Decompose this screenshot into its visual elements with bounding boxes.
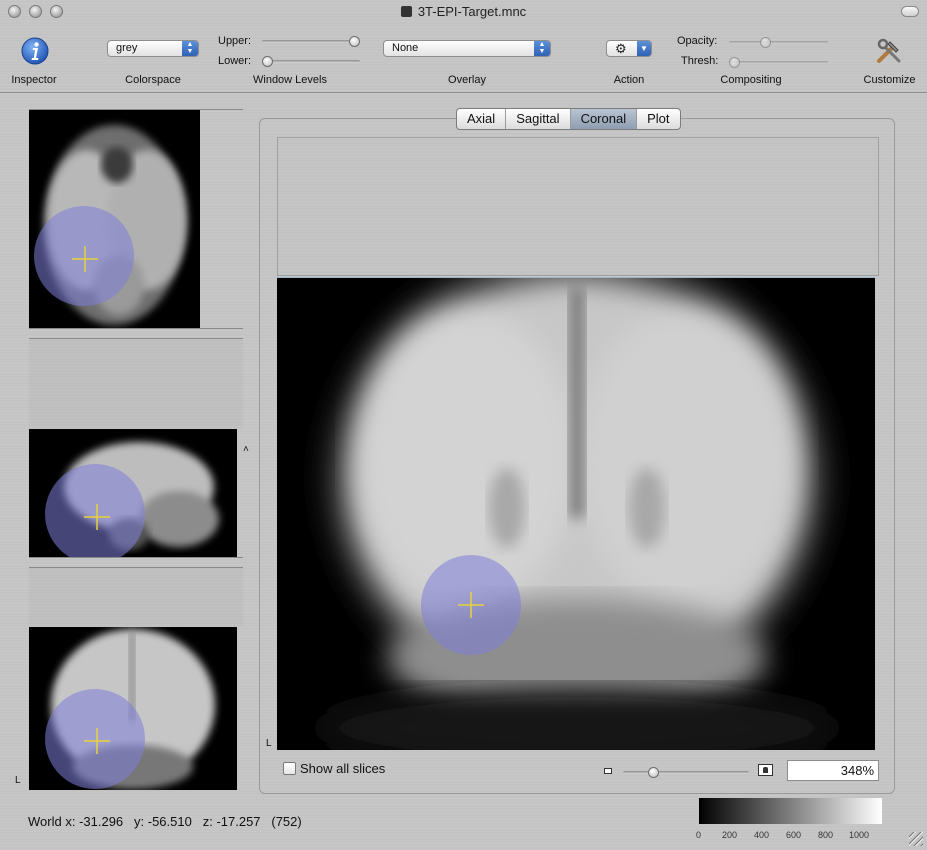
resize-grip[interactable] (909, 832, 923, 846)
popup-arrows-icon: ▲ ▼ (182, 41, 198, 56)
world-y-value: -56.510 (147, 814, 192, 829)
colorbar-tick: 800 (818, 830, 834, 840)
tab-axial[interactable]: Axial (457, 109, 507, 129)
zoom-slider[interactable] (623, 767, 749, 778)
title-bar: 3T-EPI-Target.mnc (0, 0, 927, 24)
show-all-slices-checkbox[interactable] (283, 762, 296, 775)
tools-icon (877, 38, 901, 63)
overlay-label: Overlay (448, 74, 486, 86)
colorbar-tick: 200 (722, 830, 738, 840)
thresh-slider[interactable] (729, 57, 828, 68)
axial-thumbnail[interactable] (29, 110, 200, 328)
view-orientation-marker: L (266, 738, 272, 749)
sagittal-thumbnail[interactable] (29, 429, 237, 557)
zoom-slider-knob[interactable] (648, 767, 659, 778)
thumbnail-orientation-marker: L (15, 775, 21, 786)
tab-sagittal[interactable]: Sagittal (506, 109, 571, 129)
chevron-down-icon: ▼ (637, 41, 651, 56)
world-z-value: -17.257 (216, 814, 261, 829)
coronal-main-view[interactable] (277, 277, 875, 750)
view-top-padding (277, 137, 879, 276)
popup-arrows-icon: ▲ ▼ (534, 41, 550, 56)
colorbar-tick: 0 (696, 830, 702, 840)
world-z-label: z: (202, 814, 213, 829)
colorspace-popup[interactable]: grey ▲ ▼ (107, 40, 199, 57)
info-icon (21, 37, 49, 65)
colorbar (699, 798, 882, 824)
toolbar-toggle-button[interactable] (901, 6, 919, 17)
opacity-slider-knob[interactable] (760, 37, 771, 48)
coronal-thumbnail-padding (29, 568, 243, 626)
colorbar-tick: 1000 (849, 830, 870, 840)
sagittal-slice-image (45, 442, 219, 557)
app-window: 3T-EPI-Target.mnc Inspector grey ▲ ▼ Colo… (0, 0, 927, 850)
world-x-label: World x: (28, 814, 76, 829)
upper-slider[interactable] (262, 36, 360, 47)
world-x-value: -31.296 (79, 814, 124, 829)
voxel-value: (752) (271, 814, 302, 829)
lower-slider-knob[interactable] (262, 56, 273, 67)
toolbar-divider (0, 92, 927, 93)
customize-button[interactable]: Customize (852, 30, 927, 90)
customize-label: Customize (863, 74, 916, 86)
divider (29, 567, 243, 568)
thresh-slider-knob[interactable] (729, 57, 740, 68)
colorspace-label: Colorspace (125, 74, 181, 86)
window-title-text: 3T-EPI-Target.mnc (417, 4, 527, 19)
world-coordinates: World x: -31.296 y: -56.510 z: -17.257 (… (28, 814, 302, 829)
inspector-button[interactable]: Inspector (0, 30, 70, 90)
divider (29, 328, 243, 329)
divider (29, 338, 243, 339)
document-icon (400, 6, 412, 17)
opacity-slider[interactable] (729, 37, 828, 48)
sagittal-thumbnail-padding (29, 339, 243, 428)
compositing-label: Compositing (720, 74, 782, 86)
colorspace-value: grey (116, 42, 138, 54)
colorbar-tick: 400 (754, 830, 770, 840)
overlay-popup[interactable]: None ▲ ▼ (383, 40, 551, 57)
image-large-icon (758, 764, 773, 776)
opacity-label: Opacity: (677, 35, 718, 47)
tab-plot[interactable]: Plot (637, 109, 679, 129)
splitter-handle[interactable]: ˄ (243, 444, 249, 455)
show-all-slices-label: Show all slices (300, 761, 386, 776)
action-popup[interactable]: ⚙ ▼ (606, 40, 652, 57)
view-mode-tabs: Axial Sagittal Coronal Plot (456, 108, 681, 130)
gear-icon: ⚙ (615, 41, 627, 56)
action-label: Action (613, 74, 645, 86)
tab-coronal[interactable]: Coronal (570, 109, 638, 129)
upper-label: Upper: (218, 35, 252, 47)
world-y-label: y: (134, 814, 145, 829)
window-title: 3T-EPI-Target.mnc (0, 4, 927, 19)
colorbar-tick: 600 (786, 830, 802, 840)
lower-slider[interactable] (262, 56, 360, 67)
coronal-slice-large-image (277, 278, 875, 750)
inspector-label: Inspector (11, 74, 57, 86)
zoom-field[interactable]: 348% (787, 760, 879, 781)
coronal-thumbnail[interactable] (29, 627, 237, 790)
coronal-slice-image (45, 629, 215, 789)
overlay-value: None (392, 42, 419, 54)
window-levels-label: Window Levels (253, 74, 327, 86)
image-small-icon (604, 768, 612, 774)
divider (29, 557, 243, 558)
axial-slice-image (34, 125, 187, 325)
thresh-label: Thresh: (681, 55, 719, 67)
lower-label: Lower: (218, 55, 252, 67)
upper-slider-knob[interactable] (349, 36, 360, 47)
